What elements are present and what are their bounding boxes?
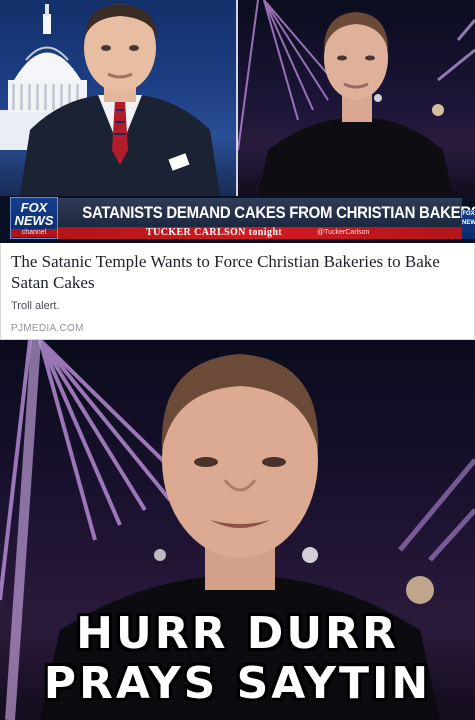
- lower-third: FOX NEWS channel SATANISTS DEMAND CAKES …: [0, 196, 475, 243]
- guest-figure: [238, 0, 475, 196]
- meme-image: HURR DURR PRAYS SAYTIN: [0, 340, 475, 720]
- guest-pane: [238, 0, 475, 196]
- show-name: TUCKER CARLSON tonight: [146, 227, 283, 238]
- meme-caption-line1: HURR DURR: [76, 608, 399, 659]
- host-pane: [0, 0, 236, 196]
- article-link-card[interactable]: The Satanic Temple Wants to Force Christ…: [0, 243, 475, 340]
- fox-logo-line2: NEWS: [14, 213, 54, 228]
- video-screenshot: FOX NEWS channel SATANISTS DEMAND CAKES …: [0, 0, 475, 243]
- meme-caption-line2: PRAYS SAYTIN: [43, 658, 432, 709]
- article-title[interactable]: The Satanic Temple Wants to Force Christ…: [11, 251, 466, 293]
- show-name-bar: TUCKER CARLSON tonight @TuckerCarlson: [58, 227, 462, 239]
- article-description: Troll alert.: [11, 300, 60, 312]
- twitter-handle: @TuckerCarlson: [317, 229, 370, 236]
- fox-news-logo: FOX NEWS channel: [10, 197, 58, 239]
- fox-logo-line3: channel: [11, 229, 57, 237]
- fox-news-logo-right: FOX NEW: [462, 210, 475, 239]
- headline-bar: SATANISTS DEMAND CAKES FROM CHRISTIAN BA…: [58, 198, 475, 227]
- host-figure: [20, 4, 220, 196]
- headline-text: SATANISTS DEMAND CAKES FROM CHRISTIAN BA…: [82, 203, 475, 222]
- article-source: PJMEDIA.COM: [11, 323, 84, 334]
